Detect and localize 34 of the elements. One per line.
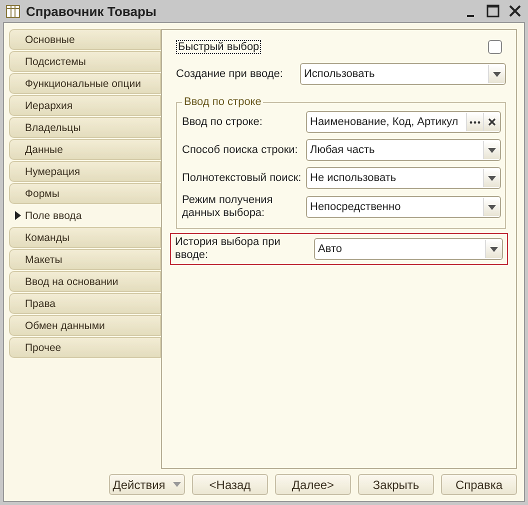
field-label: Создание при вводе: (176, 68, 284, 80)
sidebar-tab[interactable]: Ввод на основании (9, 271, 161, 292)
sidebar-tab[interactable]: Команды (9, 227, 161, 248)
dropdown-field[interactable]: Использовать (300, 63, 506, 85)
checkbox-label: Быстрый выбор (176, 40, 262, 54)
actions-menu-button[interactable]: Действия (109, 474, 185, 495)
dialog-button[interactable]: Справка (441, 474, 517, 495)
sidebar-tab[interactable]: Макеты (9, 249, 161, 270)
dialog-button[interactable]: Далее> (275, 474, 351, 495)
dropdown-field[interactable]: Непосредственно (306, 196, 501, 218)
group-title: Ввод по строке (183, 96, 262, 108)
field-label: Полнотекстовый поиск: (182, 172, 302, 184)
sidebar-tab[interactable]: Основные (9, 29, 161, 50)
sidebar-tab[interactable]: Иерархия (9, 95, 161, 116)
sidebar-tab[interactable]: Формы (9, 183, 161, 204)
sidebar-tab[interactable]: Владельцы (9, 117, 161, 138)
dropdown-field[interactable]: Авто (314, 238, 503, 260)
field-label: Режим получения данных выбора: (182, 194, 274, 220)
dialog-button[interactable]: <Назад (192, 474, 268, 495)
field-label: Способ поиска строки: (182, 144, 299, 156)
field-label: Ввод по строке: (182, 116, 264, 128)
dropdown-field[interactable]: Не использовать (306, 167, 501, 189)
dropdown-field[interactable]: Любая часть (306, 139, 501, 161)
sidebar-tab[interactable]: Нумерация (9, 161, 161, 182)
input-field[interactable]: Наименование, Код, Артикул (306, 111, 501, 133)
field-label: История выбора при вводе: (175, 236, 282, 262)
window-title: Справочник Товары (26, 4, 157, 18)
sidebar-tab[interactable]: Функциональные опции (9, 73, 161, 94)
sidebar-tab[interactable]: Обмен данными (9, 315, 161, 336)
sidebar-tab[interactable]: Подсистемы (9, 51, 161, 72)
sidebar-tab[interactable]: Данные (9, 139, 161, 160)
sidebar-tab[interactable]: Прочее (9, 337, 161, 358)
dialog-button[interactable]: Закрыть (358, 474, 434, 495)
sidebar-tab[interactable]: Права (9, 293, 161, 314)
